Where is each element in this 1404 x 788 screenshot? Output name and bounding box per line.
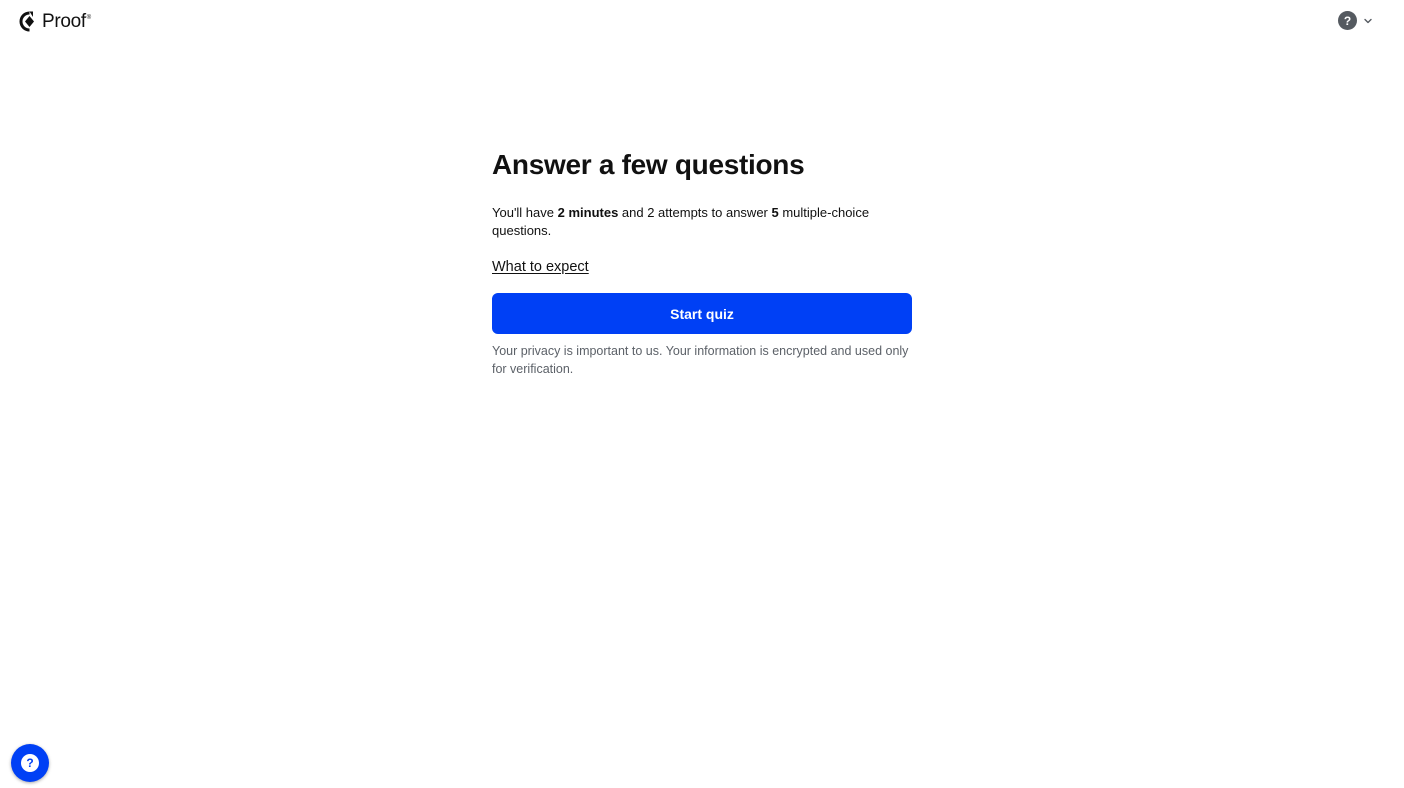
time-limit: 2 minutes — [557, 205, 619, 220]
question-circle-icon: ? — [21, 754, 39, 772]
support-chat-button[interactable]: ? — [11, 744, 49, 782]
trademark-symbol: ® — [86, 15, 91, 21]
proof-logo-icon — [19, 11, 34, 32]
logo-wordmark: Proof ® — [42, 10, 91, 33]
question-count: 5 — [771, 205, 779, 220]
proof-logo[interactable]: Proof ® — [19, 10, 91, 33]
question-circle-icon: ? — [1338, 11, 1357, 30]
chevron-down-icon — [1364, 18, 1372, 23]
page-title: Answer a few questions — [492, 149, 805, 180]
privacy-note: Your privacy is important to us. Your in… — [492, 344, 909, 376]
quiz-description: You'll have 2 minutes and 2 attempts to … — [492, 205, 870, 238]
start-quiz-button[interactable]: Start quiz — [492, 293, 912, 334]
quiz-intro-panel: Answer a few questions You'll have 2 min… — [492, 146, 912, 378]
help-menu-button[interactable]: ? — [1338, 11, 1373, 30]
top-bar: Proof ® ? — [0, 0, 1404, 44]
what-to-expect-link[interactable]: What to expect — [492, 259, 589, 275]
